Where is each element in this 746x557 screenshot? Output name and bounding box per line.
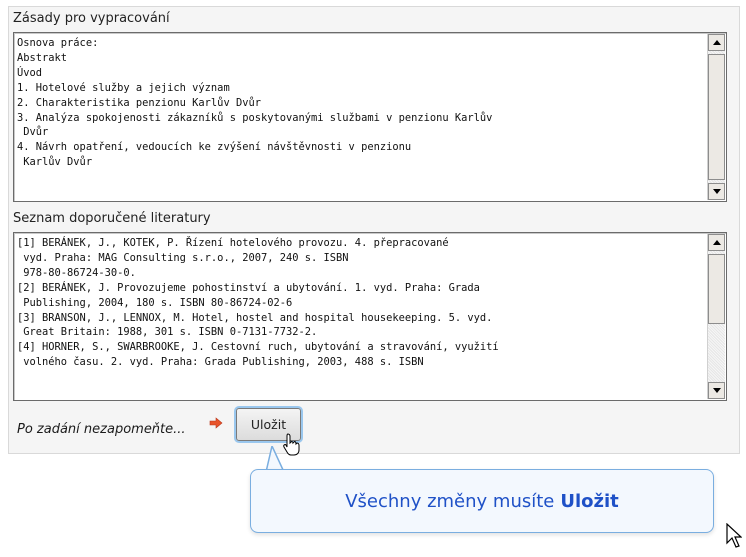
zasady-textarea[interactable]: Osnova práce: Abstrakt Úvod 1. Hotelové slu…	[13, 32, 727, 202]
scroll-down-icon[interactable]	[708, 183, 725, 200]
literatura-textarea[interactable]: [1] BERÁNEK, J., KOTEK, P. Řízení hotelo…	[13, 232, 727, 401]
zasady-line: 3. Analýza spokojenosti zákazníků s posk…	[17, 111, 493, 124]
literatura-line: [4] HORNER, S., SWARBROOKE, J. Cestovní …	[17, 341, 499, 354]
tooltip-bold-text: Uložit	[560, 490, 619, 512]
hand-cursor-icon	[283, 433, 300, 456]
literatura-scrollbar[interactable]	[707, 234, 725, 399]
section-heading-zasady: Zásady pro vypracování	[13, 11, 170, 26]
pointer-cursor-icon	[726, 523, 742, 548]
scroll-thumb[interactable]	[708, 54, 725, 180]
form-panel: Zásady pro vypracování Osnova práce: Abst…	[8, 6, 740, 454]
zasady-line: 4. Návrh opatření, vedoucích ke zvýšení …	[17, 141, 412, 154]
save-tooltip: Všechny změny musíte Uložit	[250, 469, 714, 533]
literatura-text: [1] BERÁNEK, J., KOTEK, P. Řízení hotelo…	[17, 236, 704, 398]
scroll-thumb[interactable]	[708, 254, 725, 324]
literatura-line: [3] BRANSON, J., LENNOX, M. Hotel, hoste…	[17, 311, 493, 324]
zasady-line: Úvod	[17, 66, 43, 79]
scroll-up-icon[interactable]	[708, 234, 725, 251]
section-heading-literatura: Seznam doporučené literatury	[13, 211, 211, 226]
scroll-down-icon[interactable]	[708, 382, 725, 399]
zasady-line: 1. Hotelové služby a jejich význam	[17, 81, 230, 94]
zasady-line: Osnova práce:	[17, 37, 99, 49]
zasady-line: Dvůr	[17, 126, 49, 139]
literatura-line: volného času. 2. vyd. Praha: Grada Publi…	[17, 356, 424, 369]
tooltip-text: Všechny změny musíte	[345, 490, 555, 512]
scroll-up-icon[interactable]	[708, 34, 725, 51]
zasady-line: 2. Charakteristika penzionu Karlův Dvůr	[17, 96, 261, 109]
literatura-line: 978-80-86724-30-0.	[17, 266, 136, 279]
zasady-line: Karlův Dvůr	[17, 156, 93, 169]
zasady-line: Abstrakt	[17, 51, 68, 64]
literatura-line: Publishing, 2004, 180 s. ISBN 80-86724-0…	[17, 296, 293, 309]
literatura-line: Great Britain: 1988, 301 s. ISBN 0-7131-…	[17, 326, 318, 339]
literatura-line: vyd. Praha: MAG Consulting s.r.o., 2007,…	[17, 251, 349, 264]
literatura-line: [2] BERÁNEK, J. Provozujeme pohostinství…	[17, 281, 480, 294]
red-arrow-icon	[209, 417, 223, 429]
literatura-line: [1] BERÁNEK, J., KOTEK, P. Řízení hotelo…	[17, 237, 449, 249]
save-hint: Po zadání nezapomeňte...	[17, 422, 186, 437]
zasady-scrollbar[interactable]	[707, 34, 725, 200]
zasady-text: Osnova práce: Abstrakt Úvod 1. Hotelové slu…	[17, 36, 704, 199]
